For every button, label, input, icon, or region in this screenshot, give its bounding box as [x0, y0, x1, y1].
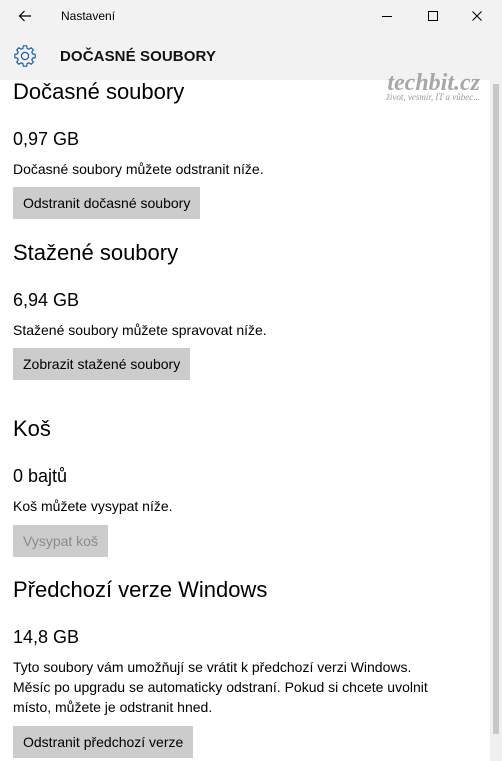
- scrollbar-thumb[interactable]: [493, 84, 499, 734]
- downloads-size: 6,94 GB: [13, 290, 80, 310]
- empty-recycle-bin-button[interactable]: Vysypat koš: [13, 525, 108, 557]
- downloads-description: Stažené soubory můžete spravovat níže.: [13, 322, 267, 338]
- maximize-button[interactable]: [410, 0, 456, 32]
- section-title-downloads: Stažené soubory: [13, 240, 179, 265]
- previous-windows-description-line-1: Tyto soubory vám umožňují se vrátit k př…: [13, 659, 412, 675]
- temp-size: 0,97 GB: [13, 129, 80, 149]
- title-bar: Nastavení: [0, 0, 502, 32]
- previous-windows-description-line-2: Měsíc po upgradu se automaticky odstraní…: [13, 679, 428, 695]
- previous-windows-size: 14,8 GB: [13, 627, 80, 647]
- back-arrow-icon: [18, 10, 31, 22]
- close-button[interactable]: [454, 0, 500, 32]
- previous-windows-description-line-3: místo, můžete je odstranit hned.: [13, 699, 213, 715]
- delete-previous-versions-button[interactable]: Odstranit předchozí verze: [13, 726, 194, 758]
- section-title-previous-windows: Předchozí verze Windows: [13, 577, 268, 602]
- temp-description: Dočasné soubory můžete odstranit níže.: [13, 161, 264, 177]
- close-icon: [472, 11, 482, 21]
- back-button[interactable]: [8, 0, 42, 32]
- section-title-temp: Dočasné soubory: [13, 79, 185, 104]
- section-title-recycle-bin: Koš: [13, 416, 51, 441]
- gear-icon: [14, 45, 36, 67]
- watermark-tagline: život, vesmír, IT a vůbec...: [386, 92, 480, 102]
- app-title: Nastavení: [61, 9, 116, 23]
- minimize-icon: [382, 16, 392, 17]
- minimize-button[interactable]: [364, 0, 410, 32]
- page-title: DOČASNÉ SOUBORY: [60, 48, 216, 65]
- view-downloads-button[interactable]: Zobrazit stažené soubory: [13, 348, 191, 380]
- watermark: techbit.cz život, vesmír, IT a vůbec...: [358, 70, 480, 102]
- recycle-bin-size: 0 bajtů: [13, 466, 68, 486]
- maximize-icon: [428, 11, 438, 21]
- recycle-bin-description: Koš můžete vysypat níže.: [13, 498, 173, 514]
- delete-temp-files-button[interactable]: Odstranit dočasné soubory: [13, 187, 201, 219]
- scrollbar[interactable]: [490, 80, 502, 761]
